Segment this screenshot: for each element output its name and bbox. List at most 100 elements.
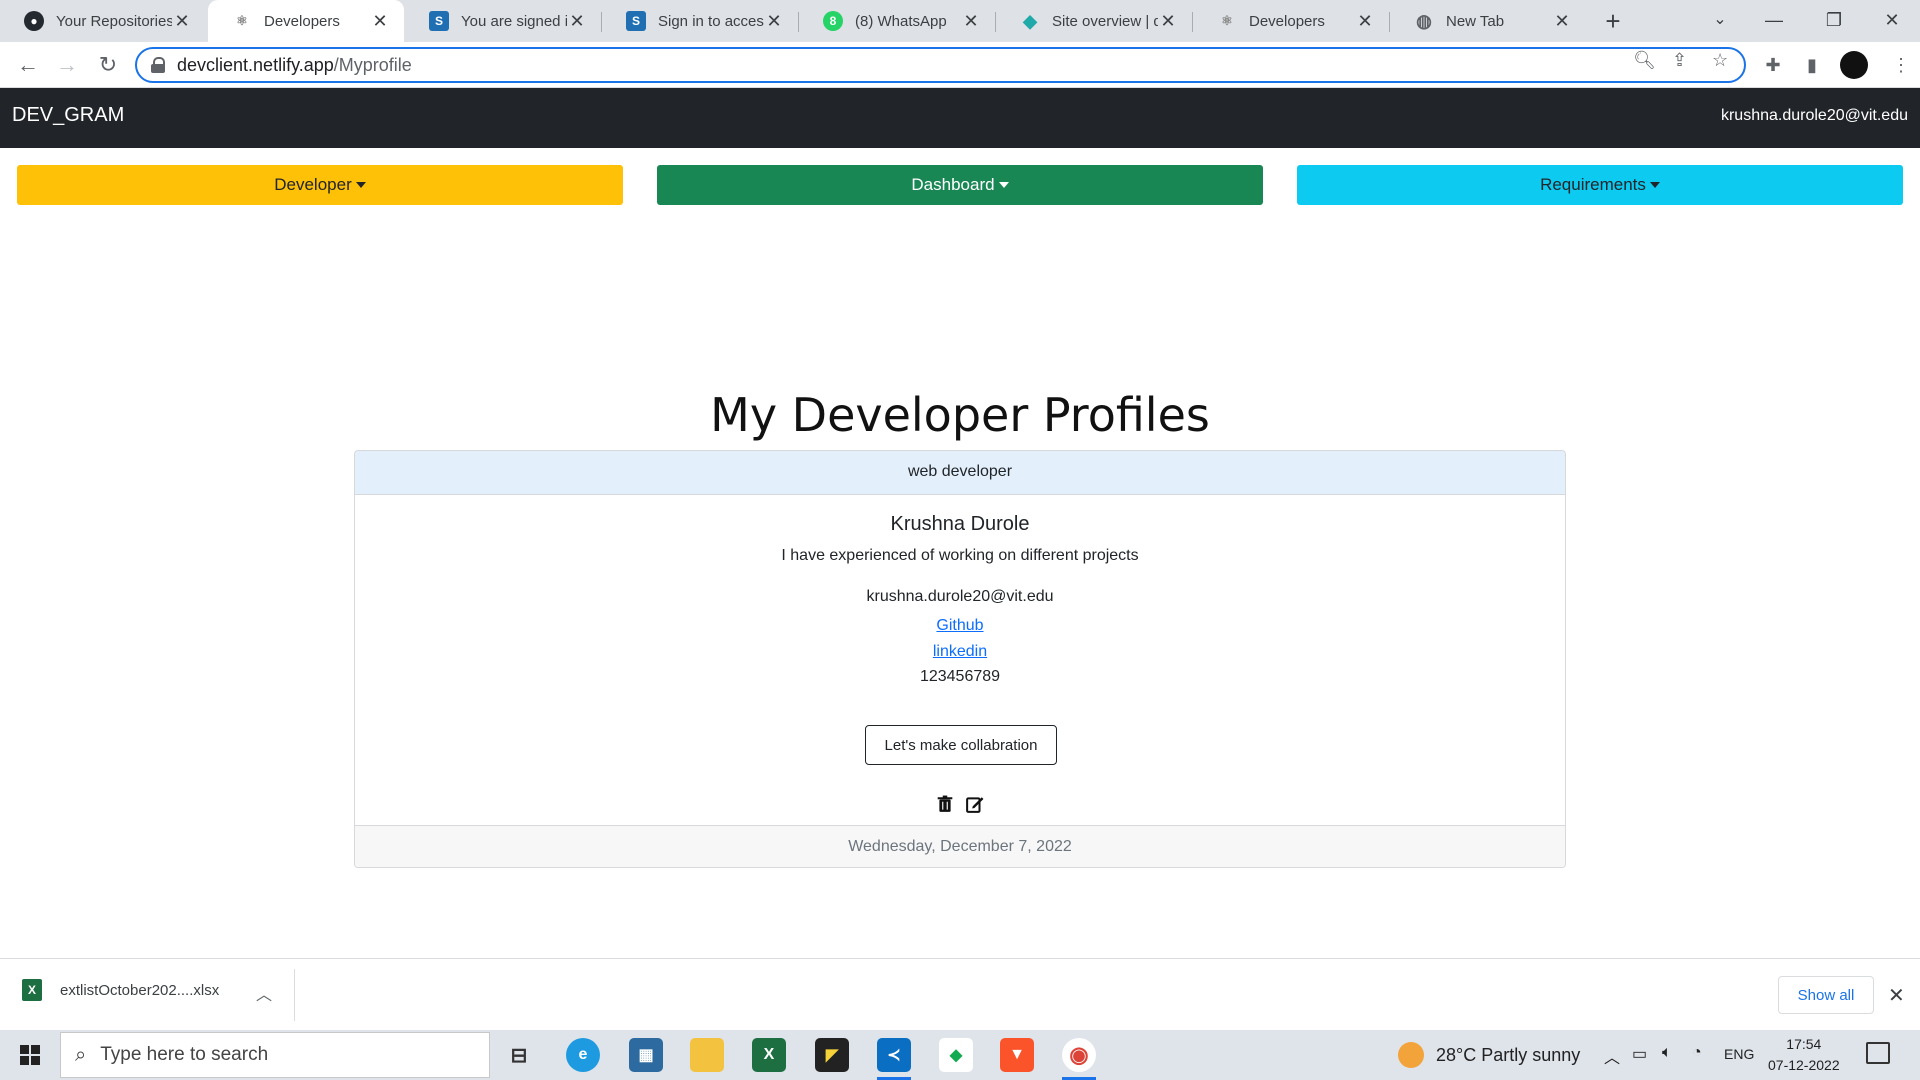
forward-arrow-icon[interactable]: →	[51, 49, 83, 81]
globe-icon: ◍	[1416, 10, 1432, 31]
weather-widget[interactable]: 28°C Partly sunny	[1398, 1042, 1580, 1068]
tab-title: (8) WhatsApp	[855, 12, 947, 30]
react-icon: ⚛	[1221, 13, 1233, 28]
edge-icon[interactable]: e	[566, 1038, 600, 1072]
language-indicator[interactable]: ENG	[1724, 1046, 1754, 1062]
search-icon: ⌕	[75, 1043, 87, 1066]
tab-your-repositories[interactable]: ● Your Repositories ✕	[0, 0, 206, 42]
netlify-icon: ◆	[1023, 10, 1037, 31]
volume-icon[interactable]: 🔈︎	[1662, 1044, 1672, 1062]
windows-start-icon[interactable]	[10, 1040, 50, 1070]
tab-developers[interactable]: ⚛ Developers ✕	[1193, 0, 1389, 42]
vscode-icon[interactable]: ≺	[877, 1038, 911, 1080]
brave-icon[interactable]: ▼	[1000, 1038, 1034, 1072]
download-bar: X extlistOctober202....xlsx ︿ Show all ✕	[0, 958, 1920, 1030]
web-page: DEV_GRAM krushna.durole20@vit.edu Develo…	[0, 88, 1920, 958]
react-icon: ⚛	[236, 13, 248, 28]
linkedin-link[interactable]: linkedin	[933, 643, 987, 660]
weather-text: 28°C Partly sunny	[1436, 1044, 1581, 1065]
tab-title: Developers	[264, 12, 340, 30]
close-tab-icon[interactable]: ✕	[961, 11, 981, 32]
trash-icon[interactable]	[936, 795, 954, 813]
tab-sign-in-access[interactable]: S Sign in to access ✕	[602, 0, 798, 42]
back-arrow-icon[interactable]: ←	[12, 49, 44, 81]
nav-user-email: krushna.durole20@vit.edu	[1720, 107, 1908, 124]
download-item[interactable]: X extlistOctober202....xlsx	[22, 979, 219, 1001]
weather-sun-icon	[1398, 1042, 1424, 1068]
tab-developers-active[interactable]: ⚛ Developers ✕	[208, 0, 404, 42]
task-view-icon[interactable]: ⊟	[502, 1038, 536, 1072]
close-window-icon[interactable]: ✕	[1862, 0, 1920, 40]
tab-title: Developers	[1249, 12, 1325, 30]
profile-avatar[interactable]	[1840, 51, 1868, 79]
minimize-icon[interactable]: —	[1744, 0, 1804, 40]
chrome-icon[interactable]: ◉	[1062, 1038, 1096, 1080]
collaboration-button[interactable]: Let's make collabration	[865, 725, 1057, 765]
mongodb-icon[interactable]: ◆	[939, 1038, 973, 1072]
close-tab-icon[interactable]: ✕	[1552, 11, 1572, 32]
tab-new-tab[interactable]: ◍ New Tab ✕	[1390, 0, 1586, 42]
profile-date: Wednesday, December 7, 2022	[355, 825, 1565, 867]
close-tab-icon[interactable]: ✕	[172, 11, 192, 32]
github-link-row: Github	[355, 617, 1565, 635]
card-action-icons	[355, 795, 1565, 813]
tab-title: You are signed in	[461, 12, 567, 30]
clock-date: 07-12-2022	[1768, 1057, 1840, 1073]
close-tab-icon[interactable]: ✕	[370, 11, 390, 32]
extensions-puzzle-icon[interactable]: ✚	[1760, 52, 1786, 78]
side-panel-icon[interactable]: ▮	[1799, 52, 1825, 78]
page-title: My Developer Profiles	[710, 388, 1210, 442]
share-icon[interactable]: ⇪	[1672, 50, 1687, 71]
tab-search-chevron-icon[interactable]: ⌄	[1690, 0, 1750, 40]
sticky-notes-icon[interactable]: ◤	[815, 1038, 849, 1072]
wifi-icon[interactable]: ◔	[1692, 1044, 1702, 1062]
browser-tab-strip: ● Your Repositories ✕ ⚛ Developers ✕ S Y…	[0, 0, 1920, 42]
chrome-menu-icon[interactable]: ⋮	[1888, 52, 1914, 78]
tab-whatsapp[interactable]: 8 (8) WhatsApp ✕	[799, 0, 995, 42]
store-app-icon[interactable]: ▦	[629, 1038, 663, 1072]
close-download-bar-icon[interactable]: ✕	[1888, 983, 1905, 1008]
chevron-up-icon[interactable]: ︿	[256, 981, 272, 1005]
lock-icon[interactable]	[151, 57, 165, 73]
tab-title: Site overview | de	[1052, 12, 1158, 30]
restore-icon[interactable]: ❐	[1804, 0, 1864, 40]
tab-site-overview[interactable]: ◆ Site overview | de ✕	[996, 0, 1192, 42]
url-path: /Myprofile	[333, 54, 412, 75]
close-tab-icon[interactable]: ✕	[567, 11, 587, 32]
address-bar[interactable]: devclient.netlify.app/Myprofile	[135, 47, 1746, 83]
s-icon: S	[429, 11, 449, 31]
whatsapp-icon: 8	[823, 11, 843, 31]
clock-time: 17:54	[1786, 1036, 1822, 1052]
excel-file-icon: X	[22, 979, 42, 1001]
close-tab-icon[interactable]: ✕	[1158, 11, 1178, 32]
file-explorer-icon[interactable]	[690, 1038, 724, 1072]
excel-icon[interactable]: X	[752, 1038, 786, 1072]
url-host: devclient.netlify.app	[177, 54, 334, 75]
zoom-icon[interactable]: 🔍︎	[1633, 50, 1656, 71]
close-tab-icon[interactable]: ✕	[764, 11, 784, 32]
reload-icon[interactable]: ↻	[92, 49, 124, 81]
show-all-button[interactable]: Show all	[1778, 976, 1874, 1014]
brand-logo-text[interactable]: DEV_GRAM	[12, 104, 124, 127]
tab-title: New Tab	[1446, 12, 1505, 30]
tray-chevron-icon[interactable]: ︿	[1604, 1044, 1620, 1068]
github-link[interactable]: Github	[936, 617, 983, 634]
taskbar-clock[interactable]: 17:54 07-12-2022	[1768, 1034, 1840, 1076]
new-tab-plus-icon[interactable]: +	[1598, 6, 1628, 36]
tab-signed-in[interactable]: S You are signed in ✕	[405, 0, 601, 42]
url-text[interactable]: devclient.netlify.app/Myprofile	[177, 55, 412, 76]
profile-email: krushna.durole20@vit.edu	[866, 588, 1054, 605]
developer-dropdown-button[interactable]: Developer	[17, 165, 623, 205]
taskbar-search-box[interactable]: ⌕ Type here to search	[60, 1032, 490, 1078]
dashboard-dropdown-button[interactable]: Dashboard	[657, 165, 1263, 205]
tab-title: Your Repositories	[56, 12, 172, 30]
edit-icon[interactable]	[966, 795, 984, 813]
app-navbar: DEV_GRAM krushna.durole20@vit.edu	[0, 88, 1920, 148]
download-separator	[294, 969, 295, 1021]
bookmark-star-icon[interactable]: ☆	[1712, 50, 1728, 71]
close-tab-icon[interactable]: ✕	[1355, 11, 1375, 32]
battery-icon[interactable]: ▭	[1632, 1044, 1647, 1064]
notification-icon[interactable]	[1866, 1042, 1890, 1064]
requirements-dropdown-button[interactable]: Requirements	[1297, 165, 1903, 205]
s-icon: S	[626, 11, 646, 31]
